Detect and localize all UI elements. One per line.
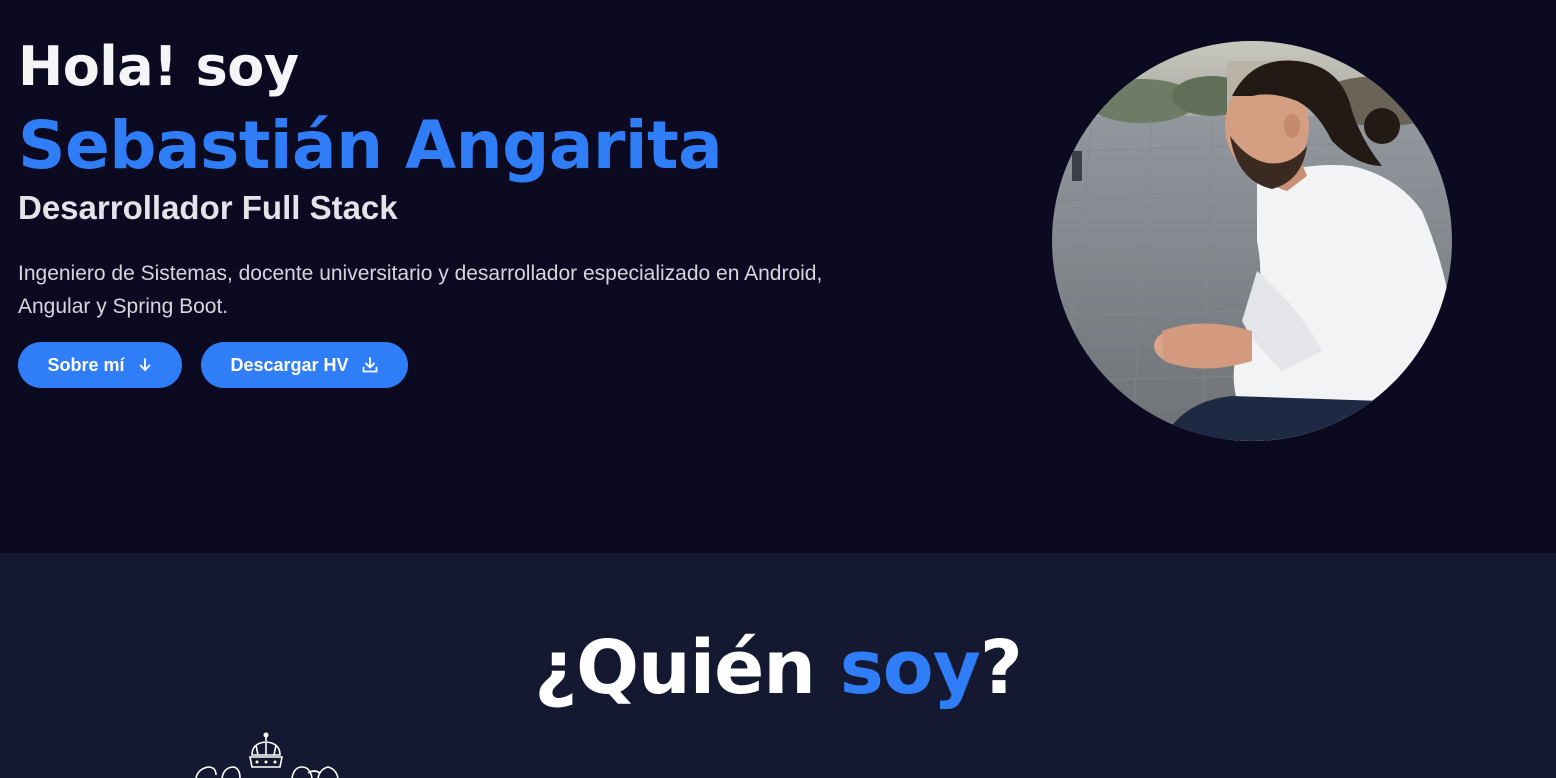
about-title-prefix: ¿Quién (534, 625, 840, 711)
bio-text: Ingeniero de Sistemas, docente universit… (18, 262, 823, 318)
about-section: ¿Quién soy? (0, 553, 1556, 778)
arrow-down-icon (139, 358, 150, 371)
download-icon (362, 357, 377, 373)
about-title-accent: soy (839, 625, 981, 711)
profile-photo (1052, 41, 1452, 441)
download-cv-button[interactable]: Descargar HV (201, 342, 408, 388)
hero-section: Hola! soy Sebastián Angarita Desarrollad… (0, 0, 1556, 553)
profile-photo-image (1052, 41, 1452, 441)
university-crest-logo (195, 732, 339, 778)
download-cv-label: Descargar HV (230, 354, 349, 375)
name-heading: Sebastián Angarita (18, 107, 723, 184)
about-me-button[interactable]: Sobre mí (18, 342, 182, 388)
about-me-label: Sobre mí (47, 354, 125, 375)
greeting-heading: Hola! soy (18, 35, 299, 98)
about-title-suffix: ? (979, 625, 1023, 711)
role-subtitle: Desarrollador Full Stack (18, 189, 398, 226)
about-title: ¿Quién soy? (0, 623, 1556, 713)
